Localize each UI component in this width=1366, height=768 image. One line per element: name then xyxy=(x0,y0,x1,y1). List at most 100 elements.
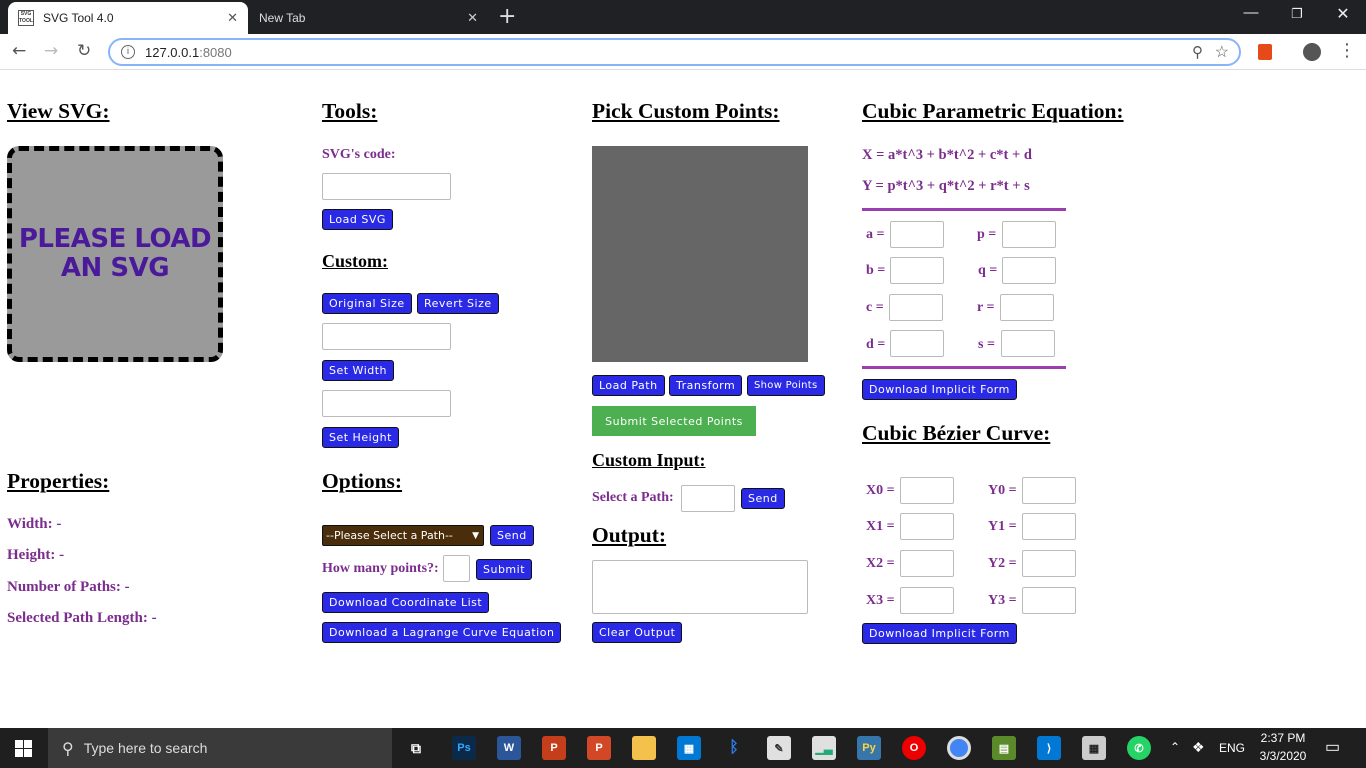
forward-icon[interactable]: → xyxy=(44,41,58,61)
download-coordinates-button[interactable]: Download Coordinate List xyxy=(322,592,490,613)
coef-s-input[interactable] xyxy=(1001,330,1055,357)
clear-output-button[interactable]: Clear Output xyxy=(592,622,683,643)
options-heading: Options: xyxy=(322,469,403,493)
load-svg-button[interactable]: Load SVG xyxy=(322,209,393,230)
select-path-label: Select a Path: xyxy=(592,490,674,505)
chrome-icon[interactable] xyxy=(947,736,971,760)
restore-icon[interactable]: ❐ xyxy=(1274,6,1320,22)
site-info-icon[interactable]: i xyxy=(121,45,135,59)
x2-input[interactable] xyxy=(900,550,954,577)
opera-icon[interactable]: O xyxy=(902,736,926,760)
word-icon[interactable]: W xyxy=(497,736,521,760)
y0-input[interactable] xyxy=(1022,477,1076,504)
tray-chevron-icon[interactable]: ⌃ xyxy=(1170,740,1180,754)
custom-input-heading: Custom Input: xyxy=(592,450,706,470)
file-explorer-icon[interactable] xyxy=(632,736,656,760)
svg-code-label: SVG's code: xyxy=(322,147,396,162)
new-tab-plus-icon[interactable]: + xyxy=(498,4,516,29)
python-icon[interactable]: Py xyxy=(857,736,881,760)
submit-selected-points-button[interactable]: Submit Selected Points xyxy=(592,406,756,436)
utility-app-icon[interactable]: ▤ xyxy=(992,736,1016,760)
view-svg-heading: View SVG: xyxy=(7,99,110,123)
x1-label: X1 = xyxy=(866,519,895,534)
close-tab-icon[interactable]: ✕ xyxy=(467,10,478,26)
custom-send-button[interactable]: Send xyxy=(741,488,785,509)
tab-new-tab[interactable]: New Tab ✕ xyxy=(248,2,488,34)
minimize-icon[interactable]: — xyxy=(1228,4,1274,21)
output-heading: Output: xyxy=(592,523,667,547)
powerpoint-icon[interactable]: P xyxy=(587,736,611,760)
load-path-button[interactable]: Load Path xyxy=(592,375,665,396)
store-icon[interactable]: ▦ xyxy=(677,736,701,760)
dropbox-icon[interactable]: ❖ xyxy=(1192,739,1205,756)
coef-d-input[interactable] xyxy=(890,330,944,357)
x1-input[interactable] xyxy=(900,513,954,540)
output-textarea[interactable] xyxy=(592,560,808,614)
coef-a-input[interactable] xyxy=(890,221,944,248)
taskbar-search[interactable]: ⚲ Type here to search xyxy=(48,728,392,768)
pick-points-heading: Pick Custom Points: xyxy=(592,99,780,123)
address-bar[interactable]: i 127.0.0.1:8080 ⚲ ☆ xyxy=(108,38,1241,66)
coef-q-input[interactable] xyxy=(1002,257,1056,284)
download-implicit-form-button[interactable]: Download Implicit Form xyxy=(862,379,1017,400)
search-icon: ⚲ xyxy=(62,738,74,758)
whatsapp-icon[interactable]: ✆ xyxy=(1127,736,1151,760)
coef-b-input[interactable] xyxy=(890,257,944,284)
coef-r-input[interactable] xyxy=(1000,294,1054,321)
clock-time[interactable]: 2:37 PM xyxy=(1258,731,1308,745)
clock-date[interactable]: 3/3/2020 xyxy=(1256,749,1310,763)
options-send-button[interactable]: Send xyxy=(490,525,534,546)
menu-kebab-icon[interactable]: ⋮ xyxy=(1338,40,1356,61)
coef-r-label: r = xyxy=(977,300,995,315)
publisher-icon[interactable]: P xyxy=(542,736,566,760)
path-select[interactable]: --Please Select a Path-- ▼ xyxy=(322,525,484,546)
points-count-input[interactable] xyxy=(443,555,470,582)
y1-input[interactable] xyxy=(1022,513,1076,540)
point-picker-canvas[interactable] xyxy=(592,146,808,362)
back-icon[interactable]: ← xyxy=(12,41,26,61)
cubic-bezier-heading: Cubic Bézier Curve: xyxy=(862,421,1051,445)
close-window-icon[interactable]: ✕ xyxy=(1320,4,1366,24)
x0-input[interactable] xyxy=(900,477,954,504)
width-input[interactable] xyxy=(322,323,451,350)
set-height-button[interactable]: Set Height xyxy=(322,427,399,448)
y3-label: Y3 = xyxy=(988,593,1017,608)
language-indicator[interactable]: ENG xyxy=(1219,741,1245,755)
bluetooth-icon[interactable]: ᛒ xyxy=(722,736,746,760)
drawing-app-icon[interactable]: ✎ xyxy=(767,736,791,760)
show-points-button[interactable]: Show Points xyxy=(747,375,825,396)
y3-input[interactable] xyxy=(1022,587,1076,614)
y2-input[interactable] xyxy=(1022,550,1076,577)
select-path-input[interactable] xyxy=(681,485,735,512)
svg-code-input[interactable] xyxy=(322,173,451,200)
vscode-icon[interactable]: ⟩ xyxy=(1037,736,1061,760)
reload-icon[interactable]: ↻ xyxy=(77,41,91,61)
calculator-icon[interactable]: ▦ xyxy=(1082,736,1106,760)
coef-c-input[interactable] xyxy=(889,294,943,321)
profile-avatar-icon[interactable] xyxy=(1303,43,1321,61)
revert-size-button[interactable]: Revert Size xyxy=(417,293,499,314)
chart-app-icon[interactable]: ▁▃ xyxy=(812,736,836,760)
download-bezier-implicit-button[interactable]: Download Implicit Form xyxy=(862,623,1017,644)
office-extension-icon[interactable] xyxy=(1258,44,1272,60)
download-lagrange-button[interactable]: Download a Lagrange Curve Equation xyxy=(322,622,562,643)
properties-heading: Properties: xyxy=(7,469,110,493)
task-view-icon[interactable]: ⧉ xyxy=(404,736,428,760)
tab-svg-tool[interactable]: SVG TOOL SVG Tool 4.0 ✕ xyxy=(8,2,248,34)
windows-start-icon[interactable] xyxy=(15,740,32,757)
bookmark-star-icon[interactable]: ☆ xyxy=(1215,42,1229,62)
paths-property: Number of Paths: - xyxy=(7,579,130,595)
photoshop-icon[interactable]: Ps xyxy=(452,736,476,760)
zoom-icon[interactable]: ⚲ xyxy=(1192,43,1203,61)
original-size-button[interactable]: Original Size xyxy=(322,293,412,314)
x-equation: X = a*t^3 + b*t^2 + c*t + d xyxy=(862,147,1032,163)
coef-p-input[interactable] xyxy=(1002,221,1056,248)
height-input[interactable] xyxy=(322,390,451,417)
coef-a-label: a = xyxy=(866,227,885,242)
x3-input[interactable] xyxy=(900,587,954,614)
set-width-button[interactable]: Set Width xyxy=(322,360,395,381)
close-tab-icon[interactable]: ✕ xyxy=(227,10,238,26)
transform-button[interactable]: Transform xyxy=(669,375,743,396)
points-submit-button[interactable]: Submit xyxy=(476,559,533,580)
notifications-icon[interactable]: ▭ xyxy=(1325,737,1340,757)
